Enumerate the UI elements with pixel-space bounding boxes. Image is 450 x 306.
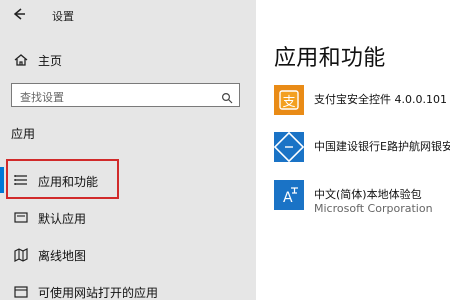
app-name: 中国建设银行E路护航网银安 <box>314 140 450 153</box>
search-icon[interactable] <box>221 89 233 104</box>
default-apps-icon <box>14 210 28 224</box>
language-pack-icon: A <box>274 180 304 210</box>
home-icon <box>14 52 28 66</box>
settings-sidebar: 设置 主页 查找设置 应用 应用和功能 默认应用 离线地图 可使用网站打开的应用 <box>0 0 256 300</box>
home-link[interactable]: 主页 <box>0 48 256 72</box>
svg-text:支: 支 <box>282 95 295 110</box>
ccb-icon <box>273 131 305 163</box>
page-title: 应用和功能 <box>274 46 386 71</box>
sidebar-item-label: 可使用网站打开的应用 <box>38 286 159 300</box>
back-arrow-icon[interactable] <box>11 6 27 22</box>
app-publisher: Microsoft Corporation <box>314 202 433 215</box>
list-icon <box>14 173 28 187</box>
app-list-item[interactable]: 中国建设银行E路护航网银安 <box>273 131 450 172</box>
app-list-item[interactable]: A 中文(简体)本地体验包 Microsoft Corporation <box>274 180 450 220</box>
sidebar-item-offline-maps[interactable]: 离线地图 <box>0 239 256 269</box>
alipay-icon: 支 <box>274 85 304 115</box>
sidebar-item-label: 默认应用 <box>38 212 87 226</box>
app-name: 支付宝安全控件 4.0.0.101 <box>314 93 447 106</box>
sidebar-item-apps-features[interactable]: 应用和功能 <box>0 165 256 195</box>
svg-text:A: A <box>283 190 293 206</box>
main-pane: 应用和功能 支 支付宝安全控件 4.0.0.101 中国建设银行E路护航网银安 … <box>256 0 450 300</box>
section-title: 应用 <box>11 127 36 141</box>
sidebar-item-default-apps[interactable]: 默认应用 <box>0 202 256 232</box>
website-app-icon <box>14 284 28 298</box>
window-title: 设置 <box>52 10 74 23</box>
app-name: 中文(简体)本地体验包 <box>314 188 422 201</box>
map-icon <box>14 247 28 262</box>
search-placeholder: 查找设置 <box>20 91 64 104</box>
home-label: 主页 <box>38 54 63 68</box>
sidebar-item-label: 应用和功能 <box>38 175 99 189</box>
sidebar-item-label: 离线地图 <box>38 249 87 263</box>
search-input[interactable]: 查找设置 <box>11 83 240 107</box>
window-titlebar: 设置 <box>0 0 256 30</box>
app-list-item[interactable]: 支 支付宝安全控件 4.0.0.101 <box>274 85 450 125</box>
sidebar-item-website-apps[interactable]: 可使用网站打开的应用 <box>0 276 256 306</box>
